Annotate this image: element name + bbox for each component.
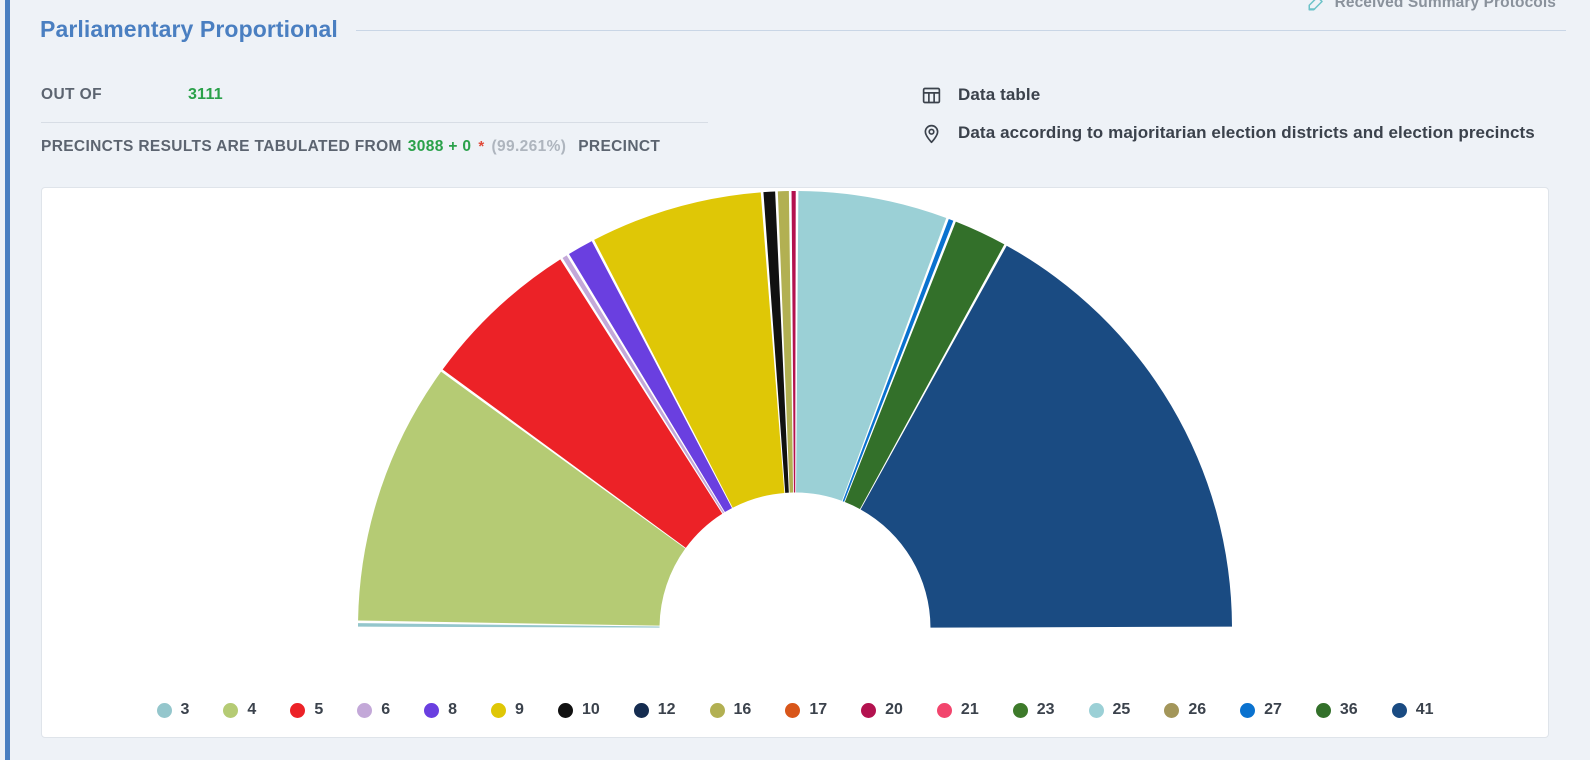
legend-color-dot <box>634 703 649 718</box>
legend-label: 9 <box>515 701 524 719</box>
legend-item[interactable]: 27 <box>1240 701 1282 719</box>
legend-label: 5 <box>314 701 323 719</box>
chart-legend: 3 4 5 6 8 9 10 12 16 17 20 21 23 25 26 27 36 41 <box>42 701 1548 719</box>
legend-item[interactable]: 20 <box>861 701 903 719</box>
legend-label: 27 <box>1264 701 1282 719</box>
legend-item[interactable]: 5 <box>290 701 323 719</box>
legend-item[interactable]: 17 <box>785 701 827 719</box>
legend-label: 36 <box>1340 701 1358 719</box>
legend-item[interactable]: 6 <box>357 701 390 719</box>
tabulated-prefix: PRECINCTS RESULTS ARE TABULATED FROM <box>41 138 402 156</box>
tabulated-asterisk: * <box>478 138 484 155</box>
action-map-districts[interactable]: Data according to majoritarian election … <box>920 122 1535 144</box>
legend-label: 12 <box>658 701 676 719</box>
legend-color-dot <box>1089 703 1104 718</box>
legend-item[interactable]: 12 <box>634 701 676 719</box>
legend-color-dot <box>491 703 506 718</box>
action-data-table-label: Data table <box>958 85 1040 105</box>
legend-label: 16 <box>734 701 752 719</box>
map-pin-icon <box>920 122 942 144</box>
pie-svg[interactable] <box>295 188 1295 643</box>
action-data-table[interactable]: Data table <box>920 84 1535 106</box>
legend-color-dot <box>1164 703 1179 718</box>
page-title: Parliamentary Proportional <box>40 16 338 43</box>
legend-label: 41 <box>1416 701 1434 719</box>
legend-label: 21 <box>961 701 979 719</box>
legend-color-dot <box>937 703 952 718</box>
legend-label: 4 <box>247 701 256 719</box>
legend-color-dot <box>157 703 172 718</box>
table-icon <box>920 84 942 106</box>
legend-item[interactable]: 9 <box>491 701 524 719</box>
actions-list: Data table Data according to majoritaria… <box>920 84 1535 160</box>
edit-check-icon <box>1307 0 1325 12</box>
legend-item[interactable]: 4 <box>223 701 256 719</box>
legend-label: 20 <box>885 701 903 719</box>
legend-label: 3 <box>181 701 190 719</box>
stats-divider <box>41 122 708 123</box>
out-of-row: OUT OF 3111 <box>41 86 223 104</box>
legend-color-dot <box>785 703 800 718</box>
title-divider <box>356 30 1566 31</box>
legend-color-dot <box>710 703 725 718</box>
tabulated-suffix: PRECINCT <box>578 138 660 156</box>
legend-label: 25 <box>1113 701 1131 719</box>
pie-slice[interactable] <box>861 246 1232 628</box>
legend-label: 8 <box>448 701 457 719</box>
legend-color-dot <box>424 703 439 718</box>
legend-label: 17 <box>809 701 827 719</box>
legend-color-dot <box>861 703 876 718</box>
legend-color-dot <box>1240 703 1255 718</box>
legend-item[interactable]: 23 <box>1013 701 1055 719</box>
legend-color-dot <box>1316 703 1331 718</box>
legend-item[interactable]: 41 <box>1392 701 1434 719</box>
action-map-districts-label: Data according to majoritarian election … <box>958 123 1535 143</box>
legend-color-dot <box>1392 703 1407 718</box>
tabulated-row: PRECINCTS RESULTS ARE TABULATED FROM 308… <box>41 138 660 156</box>
legend-color-dot <box>223 703 238 718</box>
tabulated-percent: (99.261%) <box>492 138 567 156</box>
legend-color-dot <box>357 703 372 718</box>
legend-label: 23 <box>1037 701 1055 719</box>
legend-item[interactable]: 16 <box>710 701 752 719</box>
legend-color-dot <box>290 703 305 718</box>
legend-label: 26 <box>1188 701 1206 719</box>
out-of-value: 3111 <box>188 86 223 104</box>
received-summary-protocols-label: Received Summary Protocols <box>1335 0 1556 12</box>
legend-color-dot <box>1013 703 1028 718</box>
half-donut-chart <box>42 188 1548 643</box>
legend-item[interactable]: 21 <box>937 701 979 719</box>
section-header: Parliamentary Proportional <box>40 16 1566 43</box>
out-of-label: OUT OF <box>41 86 102 104</box>
received-summary-protocols[interactable]: Received Summary Protocols <box>1307 0 1556 12</box>
legend-label: 10 <box>582 701 600 719</box>
legend-label: 6 <box>381 701 390 719</box>
left-accent-rail <box>5 0 10 760</box>
legend-item[interactable]: 36 <box>1316 701 1358 719</box>
chart-card: 3 4 5 6 8 9 10 12 16 17 20 21 23 25 26 27 36 41 <box>41 187 1549 738</box>
legend-item[interactable]: 26 <box>1164 701 1206 719</box>
legend-item[interactable]: 8 <box>424 701 457 719</box>
legend-item[interactable]: 10 <box>558 701 600 719</box>
legend-item[interactable]: 3 <box>157 701 190 719</box>
legend-item[interactable]: 25 <box>1089 701 1131 719</box>
election-results-page: Received Summary Protocols Parliamentary… <box>0 0 1590 760</box>
legend-color-dot <box>558 703 573 718</box>
tabulated-value: 3088 + 0 <box>408 138 472 156</box>
